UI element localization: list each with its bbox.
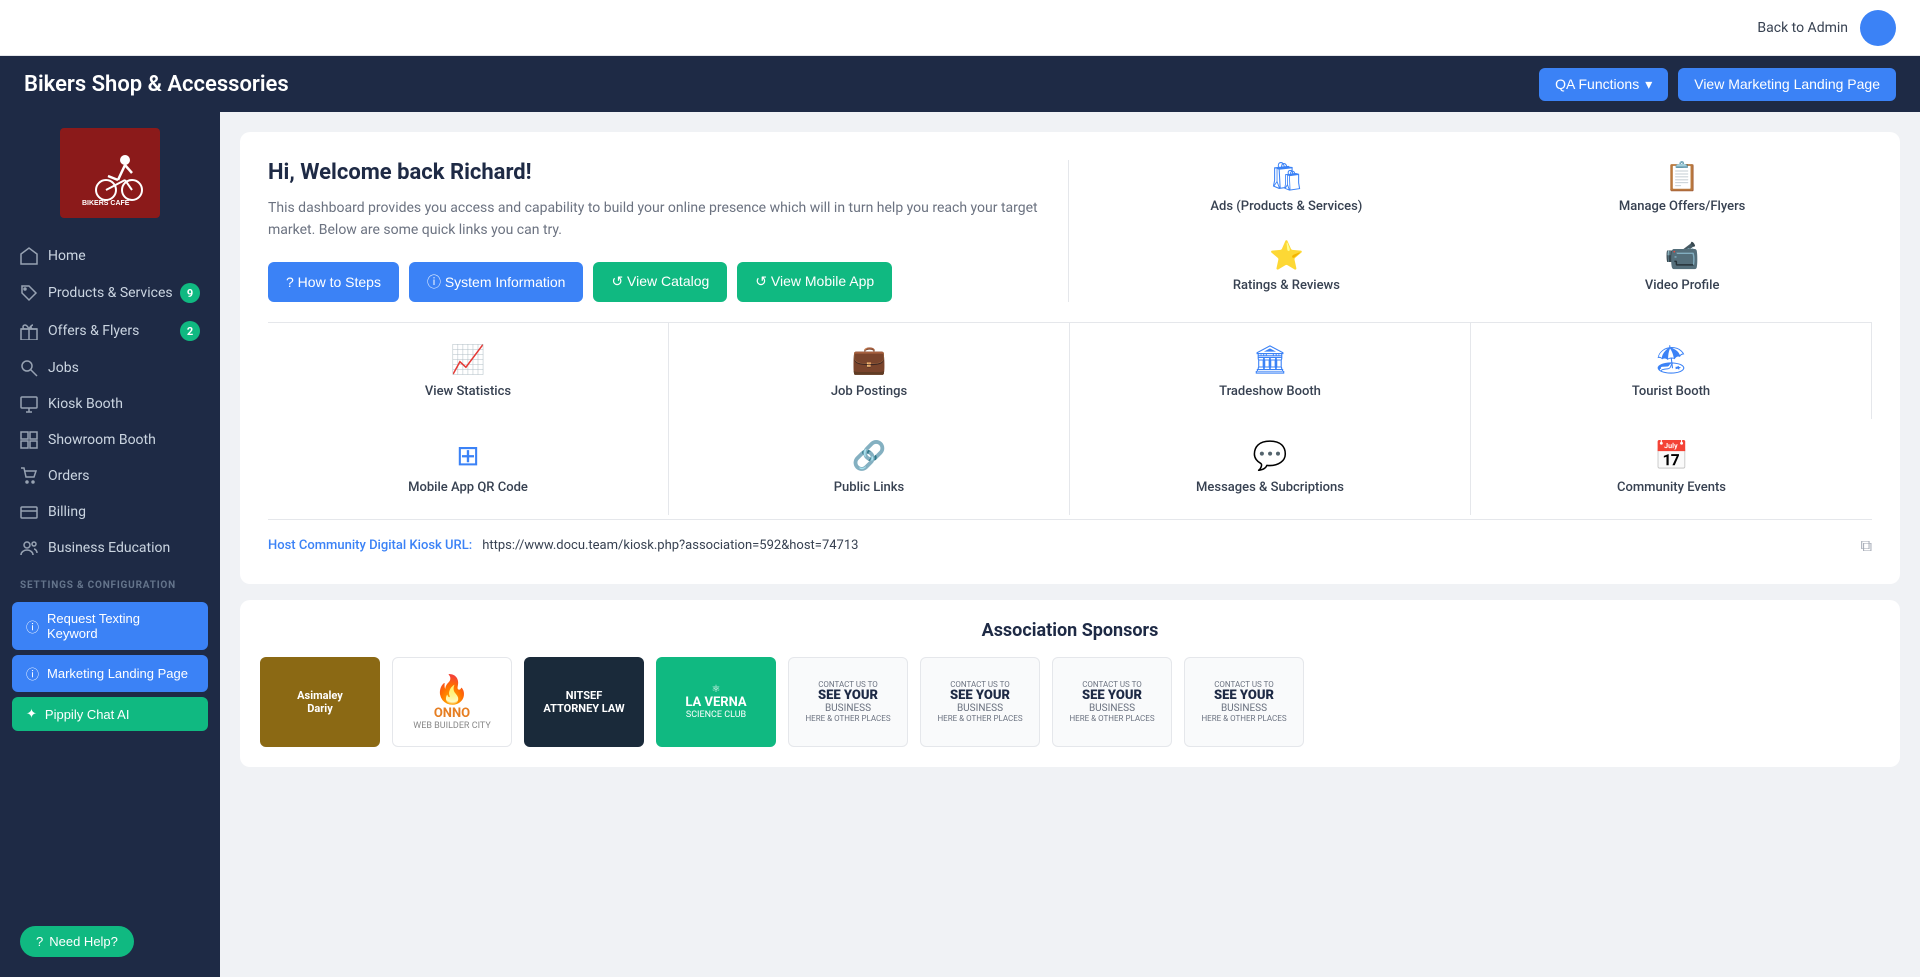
products-badge: 9: [180, 283, 200, 303]
ratings-icon: ⭐: [1269, 239, 1304, 272]
quick-link-offers-flyers[interactable]: 📋 Manage Offers/Flyers: [1492, 160, 1872, 223]
tag-icon: [20, 284, 38, 302]
quick-link-ratings[interactable]: ⭐ Ratings & Reviews: [1097, 239, 1477, 302]
qr-code-icon: ⊞: [456, 439, 479, 472]
sponsor-see-4[interactable]: CONTACT US TO SEE YOUR BUSINESS HERE & O…: [1184, 657, 1304, 747]
view-landing-button[interactable]: View Marketing Landing Page: [1678, 68, 1896, 101]
url-label: Host Community Digital Kiosk URL:: [268, 538, 472, 553]
sponsor-see-2[interactable]: CONTACT US TO SEE YOUR BUSINESS HERE & O…: [920, 657, 1040, 747]
sidebar-logo: BIKERS CAFE: [0, 128, 220, 218]
sidebar-item-orders[interactable]: Orders: [0, 458, 220, 494]
sponsor-asimaley[interactable]: AsimaleyDariy: [260, 657, 380, 747]
help-icon: ?: [36, 934, 43, 949]
public-links-icon: 🔗: [852, 439, 887, 472]
main-content: Hi, Welcome back Richard! This dashboard…: [220, 112, 1920, 977]
sidebar-navigation: Home Products & Services 9 Offers & Flye…: [0, 238, 220, 566]
info-icon2: ⓘ: [26, 664, 39, 683]
system-information-button[interactable]: ⓘ System Information: [409, 262, 584, 302]
sidebar-item-billing[interactable]: Billing: [0, 494, 220, 530]
sponsor-see-3[interactable]: CONTACT US TO SEE YOUR BUSINESS HERE & O…: [1052, 657, 1172, 747]
welcome-quick-links: 🛍 Ads (Products & Services) 📋 Manage Off…: [1069, 160, 1873, 302]
pippily-chat-button[interactable]: ✦ Pippily Chat AI: [12, 697, 208, 731]
grid-item-community[interactable]: 📅 Community Events: [1471, 419, 1872, 515]
sidebar-item-kiosk[interactable]: Kiosk Booth: [0, 386, 220, 422]
chevron-down-icon: ▾: [1645, 76, 1652, 93]
ads-icon: 🛍: [1269, 160, 1305, 193]
key-icon: [20, 359, 38, 377]
view-catalog-button[interactable]: ↺ View Catalog: [593, 262, 727, 302]
grid-icon: [20, 431, 38, 449]
url-value: https://www.docu.team/kiosk.php?associat…: [482, 538, 1850, 553]
grid-item-qr-code[interactable]: ⊞ Mobile App QR Code: [268, 419, 669, 515]
sidebar-item-home[interactable]: Home: [0, 238, 220, 274]
statistics-icon: 📈: [451, 343, 486, 376]
chat-icon: ✦: [26, 706, 37, 722]
sidebar-item-products[interactable]: Products & Services 9: [0, 274, 220, 312]
community-icon: 📅: [1654, 439, 1689, 472]
sponsors-card: Association Sponsors AsimaleyDariy 🔥 ONN…: [240, 600, 1900, 767]
sponsors-title: Association Sponsors: [260, 620, 1880, 641]
quick-link-ads[interactable]: 🛍 Ads (Products & Services): [1097, 160, 1477, 223]
grid-item-tradeshow[interactable]: 🏛 Tradeshow Booth: [1070, 323, 1471, 419]
manage-offers-icon: 📋: [1665, 160, 1700, 193]
back-to-admin[interactable]: Back to Admin: [1757, 20, 1848, 36]
page-title: Bikers Shop & Accessories: [24, 72, 289, 97]
qa-functions-button[interactable]: QA Functions ▾: [1539, 68, 1668, 101]
tourist-icon: 🏖: [1653, 343, 1689, 376]
sidebar-item-offers[interactable]: Offers & Flyers 2: [0, 312, 220, 350]
main-layout: BIKERS CAFE Home Products & Services 9: [0, 112, 1920, 977]
video-icon: 📹: [1665, 239, 1700, 272]
grid-item-messages[interactable]: 💬 Messages & Subcriptions: [1070, 419, 1471, 515]
tradeshow-icon: 🏛: [1252, 343, 1288, 376]
messages-icon: 💬: [1253, 439, 1288, 472]
welcome-left: Hi, Welcome back Richard! This dashboard…: [268, 160, 1069, 302]
grid-item-statistics[interactable]: 📈 View Statistics: [268, 323, 669, 419]
sponsor-nitsef[interactable]: NITSEFATTORNEY LAW: [524, 657, 644, 747]
sidebar-item-jobs[interactable]: Jobs: [0, 350, 220, 386]
sponsor-laverna[interactable]: ⚛ LA VERNA SCIENCE CLUB: [656, 657, 776, 747]
cart-icon: [20, 467, 38, 485]
gift-icon: [20, 322, 38, 340]
url-section: Host Community Digital Kiosk URL: https:…: [268, 519, 1872, 556]
sponsor-onno[interactable]: 🔥 ONNO WEB BUILDER CITY: [392, 657, 512, 747]
welcome-description: This dashboard provides you access and c…: [268, 197, 1044, 242]
request-texting-button[interactable]: ⓘ Request Texting Keyword: [12, 602, 208, 650]
monitor-icon: [20, 395, 38, 413]
copy-icon[interactable]: ⧉: [1861, 536, 1872, 556]
welcome-buttons: ? How to Steps ⓘ System Information ↺ Vi…: [268, 262, 1044, 302]
sponsor-see-1[interactable]: CONTACT US TO SEE YOUR BUSINESS HERE & O…: [788, 657, 908, 747]
quick-link-video[interactable]: 📹 Video Profile: [1492, 239, 1872, 302]
grid-item-tourist[interactable]: 🏖 Tourist Booth: [1471, 323, 1872, 419]
info-icon: ⓘ: [26, 617, 39, 636]
offers-badge: 2: [180, 321, 200, 341]
credit-icon: [20, 503, 38, 521]
settings-section-label: SETTINGS & CONFIGURATION: [0, 566, 220, 597]
sponsors-grid: AsimaleyDariy 🔥 ONNO WEB BUILDER CITY NI…: [260, 657, 1880, 747]
marketing-landing-button[interactable]: ⓘ Marketing Landing Page: [12, 655, 208, 692]
business-logo: BIKERS CAFE: [60, 128, 160, 218]
top-bar: Back to Admin: [0, 0, 1920, 56]
welcome-card: Hi, Welcome back Richard! This dashboard…: [240, 132, 1900, 584]
sidebar: BIKERS CAFE Home Products & Services 9: [0, 112, 220, 977]
job-postings-icon: 💼: [852, 343, 887, 376]
grid-item-job-postings[interactable]: 💼 Job Postings: [669, 323, 1070, 419]
need-help-button[interactable]: ? Need Help?: [20, 926, 134, 957]
welcome-title: Hi, Welcome back Richard!: [268, 160, 1044, 185]
how-to-steps-button[interactable]: ? How to Steps: [268, 262, 399, 302]
sidebar-item-showroom[interactable]: Showroom Booth: [0, 422, 220, 458]
users-icon: [20, 539, 38, 557]
view-mobile-app-button[interactable]: ↺ View Mobile App: [737, 262, 892, 302]
grid-item-public-links[interactable]: 🔗 Public Links: [669, 419, 1070, 515]
feature-grid: 📈 View Statistics 💼 Job Postings 🏛 Trade…: [268, 322, 1872, 515]
sidebar-item-education[interactable]: Business Education: [0, 530, 220, 566]
home-icon: [20, 247, 38, 265]
user-avatar[interactable]: [1860, 10, 1896, 46]
page-header: Bikers Shop & Accessories QA Functions ▾…: [0, 56, 1920, 112]
svg-text:BIKERS CAFE: BIKERS CAFE: [82, 200, 130, 207]
header-actions: QA Functions ▾ View Marketing Landing Pa…: [1539, 68, 1896, 101]
welcome-top-section: Hi, Welcome back Richard! This dashboard…: [268, 160, 1872, 302]
